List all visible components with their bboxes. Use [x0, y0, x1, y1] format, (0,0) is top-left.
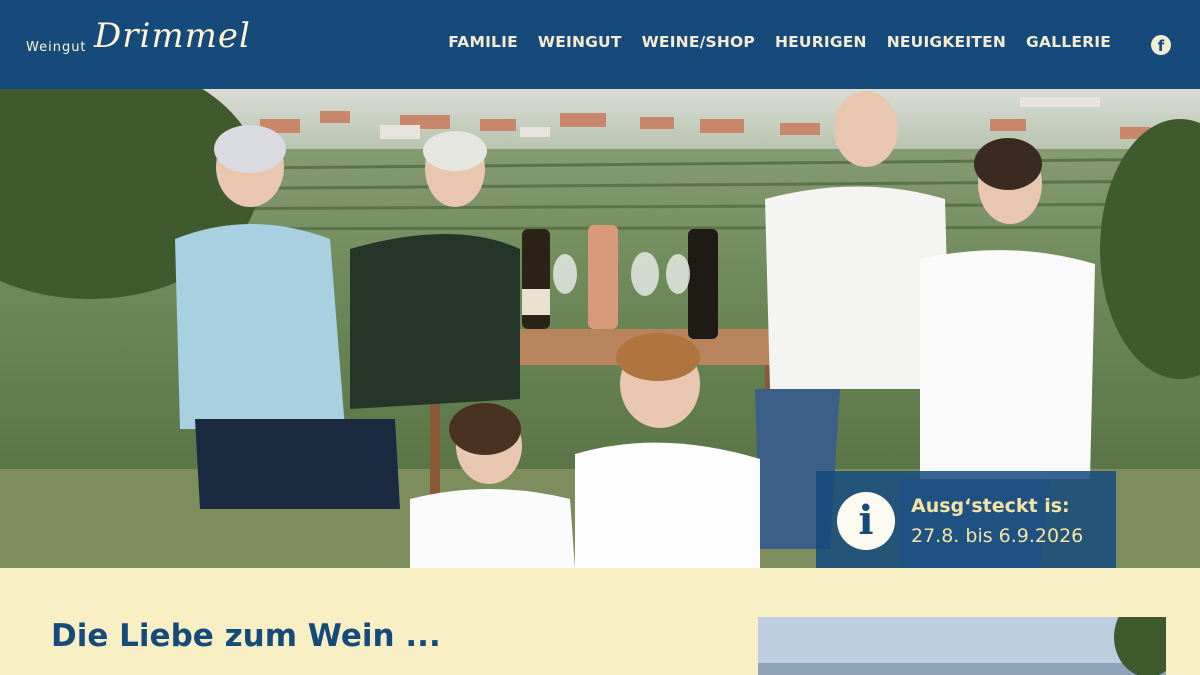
landscape-thumbnail	[758, 617, 1166, 675]
intro-section: Die Liebe zum Wein ...	[0, 568, 1200, 675]
main-nav: FAMILIE WEINGUT WEINE/SHOP HEURIGEN NEUI…	[448, 33, 1111, 51]
info-icon: i	[837, 492, 895, 550]
notice-title: Ausg‘steckt is:	[911, 495, 1070, 517]
logo-prefix: Weingut	[26, 40, 87, 55]
nav-item-weingut[interactable]: WEINGUT	[538, 33, 622, 51]
hero-image: i Ausg‘steckt is: 27.8. bis 6.9.2026	[0, 89, 1200, 568]
nav-item-gallerie[interactable]: GALLERIE	[1026, 33, 1111, 51]
logo-name: Drimmel	[94, 16, 251, 56]
nav-item-familie[interactable]: FAMILIE	[448, 33, 518, 51]
intro-image	[758, 617, 1166, 675]
notice-dates: 27.8. bis 6.9.2026	[911, 525, 1084, 547]
site-header: Weingut Drimmel FAMILIE WEINGUT WEINE/SH…	[0, 0, 1200, 89]
site-logo[interactable]: Weingut Drimmel	[26, 16, 250, 72]
heurigen-notice[interactable]: i Ausg‘steckt is: 27.8. bis 6.9.2026	[816, 471, 1116, 568]
nav-item-heurigen[interactable]: HEURIGEN	[775, 33, 867, 51]
facebook-icon[interactable]: f	[1151, 35, 1171, 55]
nav-item-weine-shop[interactable]: WEINE/SHOP	[642, 33, 755, 51]
nav-item-neuigkeiten[interactable]: NEUIGKEITEN	[887, 33, 1006, 51]
page-heading: Die Liebe zum Wein ...	[51, 618, 441, 654]
